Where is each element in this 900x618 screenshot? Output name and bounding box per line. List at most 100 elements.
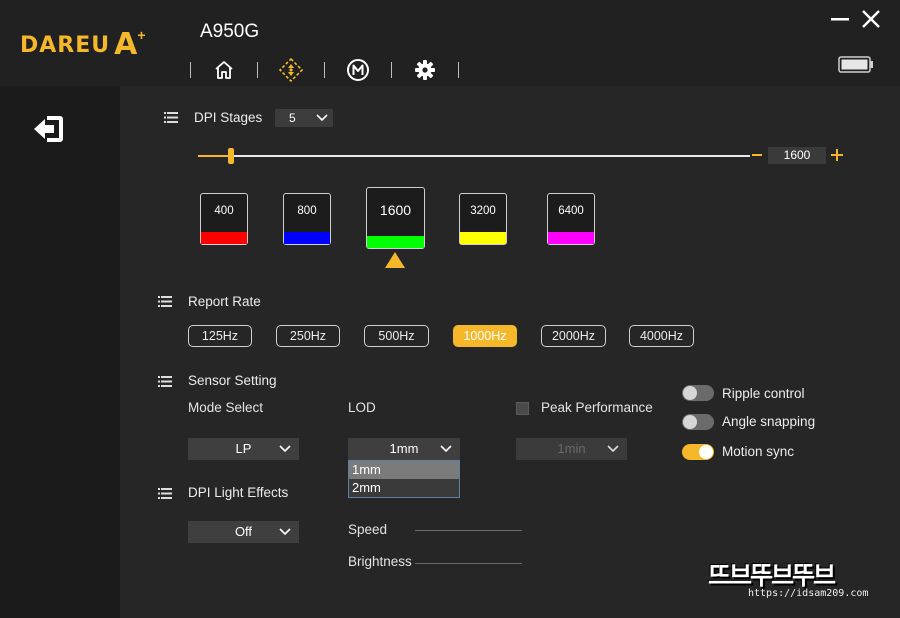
lod-option-1mm[interactable]: 1mm	[349, 461, 459, 479]
speed-slider[interactable]	[415, 530, 522, 531]
toggle-knob	[683, 386, 697, 400]
nav-settings-button[interactable]	[392, 55, 458, 85]
lod-dropdown[interactable]: 1mm	[348, 438, 460, 460]
nav-divider	[458, 62, 459, 78]
exit-icon	[34, 116, 63, 142]
selected-stage-marker	[385, 252, 405, 268]
plus-icon	[831, 149, 843, 161]
minimize-icon	[831, 18, 849, 21]
menu-icon	[158, 488, 172, 499]
dpi-stage-value: 6400	[558, 205, 584, 217]
light-effect-dropdown[interactable]: Off	[188, 521, 299, 543]
dpi-slider-fill	[198, 155, 231, 157]
dpi-stage-value: 1600	[379, 202, 412, 218]
watermark: 뜨브뚜브뚜브 https://idsam209.com	[708, 556, 888, 611]
dpi-slider-thumb[interactable]	[228, 148, 234, 164]
peak-time-value: 1min	[557, 441, 586, 456]
dpi-light-effects-label: DPI Light Effects	[188, 485, 289, 500]
logo-plus: +	[137, 27, 146, 43]
header-bar: DAREU A + A950G	[0, 0, 900, 86]
dpi-slider[interactable]	[198, 148, 750, 164]
rate-250hz-button[interactable]: 250Hz	[276, 325, 340, 347]
menu-icon	[158, 376, 172, 387]
dpi-stage-5[interactable]: 6400	[547, 193, 595, 245]
mode-select-dropdown[interactable]: LP	[188, 438, 299, 460]
menu-icon	[164, 112, 178, 123]
logo-text: DAREU	[20, 32, 111, 58]
nav-dpi-button[interactable]	[258, 55, 324, 85]
nav-macro-button[interactable]	[325, 55, 391, 85]
motion-sync-label: Motion sync	[722, 444, 795, 459]
close-button[interactable]	[860, 8, 882, 30]
peak-time-dropdown[interactable]: 1min	[516, 438, 627, 460]
rate-125hz-button[interactable]: 125Hz	[188, 325, 252, 347]
rate-500hz-button[interactable]: 500Hz	[364, 325, 429, 347]
close-icon	[862, 10, 880, 28]
logo-mark: A	[114, 27, 138, 62]
brightness-slider[interactable]	[415, 563, 522, 564]
chevron-down-icon	[279, 445, 291, 453]
dpi-stage-value: 400	[214, 205, 234, 217]
rate-2000hz-button[interactable]: 2000Hz	[541, 325, 606, 347]
dpi-stage-color	[367, 236, 424, 248]
dpi-stage-color	[548, 232, 594, 244]
minimize-button[interactable]	[829, 8, 851, 30]
ripple-control-label: Ripple control	[722, 386, 805, 401]
angle-snapping-label: Angle snapping	[722, 414, 816, 429]
dpi-stage-count-select[interactable]: 5	[275, 109, 333, 127]
macro-icon	[347, 59, 369, 81]
report-rate-label: Report Rate	[188, 294, 261, 309]
mode-select-label: Mode Select	[188, 400, 264, 415]
watermark-url: https://idsam209.com	[748, 588, 869, 599]
dpi-value-field[interactable]: 1600	[768, 147, 826, 164]
light-effect-value: Off	[234, 524, 253, 539]
dpi-stage-count-value: 5	[289, 111, 296, 125]
dareu-logo: DAREU A +	[20, 27, 146, 62]
battery-icon	[838, 56, 873, 73]
dpi-stage-4[interactable]: 3200	[459, 193, 507, 245]
dpi-stages-label: DPI Stages	[194, 110, 263, 125]
chevron-down-icon	[316, 114, 328, 122]
dpi-icon	[279, 58, 303, 82]
dpi-stage-color	[201, 232, 247, 244]
dpi-stage-3[interactable]: 1600	[366, 187, 425, 249]
angle-snapping-toggle[interactable]	[682, 414, 714, 430]
peak-performance-checkbox[interactable]	[516, 402, 529, 415]
dpi-stage-color	[284, 232, 330, 244]
home-icon	[215, 61, 233, 79]
dpi-stage-value: 800	[297, 205, 317, 217]
rate-1000hz-button[interactable]: 1000Hz	[453, 325, 517, 347]
dpi-stage-1[interactable]: 400	[200, 193, 248, 245]
nav-home-button[interactable]	[191, 55, 257, 85]
app-window: DAREU A + A950G DPI Stages 5 1600 400 80…	[0, 0, 900, 618]
main-panel: DPI Stages 5 1600 400 800 1600 3200 6400…	[120, 86, 900, 618]
settings-icon	[415, 60, 435, 80]
speed-label: Speed	[348, 522, 388, 537]
motion-sync-toggle[interactable]	[682, 444, 714, 460]
back-button[interactable]	[32, 114, 66, 144]
toggle-knob	[683, 415, 697, 429]
dpi-stage-value: 3200	[470, 205, 496, 217]
ripple-control-toggle[interactable]	[682, 385, 714, 401]
brightness-label: Brightness	[348, 554, 412, 569]
rate-4000hz-button[interactable]: 4000Hz	[629, 325, 694, 347]
mode-select-value: LP	[235, 441, 252, 456]
lod-option-2mm[interactable]: 2mm	[349, 479, 459, 497]
lod-label: LOD	[348, 400, 376, 415]
model-name: A950G	[200, 21, 260, 42]
chevron-down-icon	[440, 445, 452, 453]
lod-value: 1mm	[389, 441, 419, 456]
minus-icon	[752, 154, 762, 156]
chevron-down-icon	[607, 445, 619, 453]
menu-icon	[158, 296, 172, 307]
dpi-decrease-button[interactable]	[750, 147, 764, 163]
sidebar	[0, 86, 120, 618]
peak-performance-label: Peak Performance	[541, 400, 653, 415]
watermark-title: 뜨브뚜브뚜브	[708, 561, 836, 590]
dpi-increase-button[interactable]	[830, 147, 844, 163]
dpi-stage-2[interactable]: 800	[283, 193, 331, 245]
toggle-knob	[699, 445, 713, 459]
chevron-down-icon	[279, 528, 291, 536]
lod-options-list: 1mm 2mm	[348, 460, 460, 498]
dpi-stage-color	[460, 232, 506, 244]
